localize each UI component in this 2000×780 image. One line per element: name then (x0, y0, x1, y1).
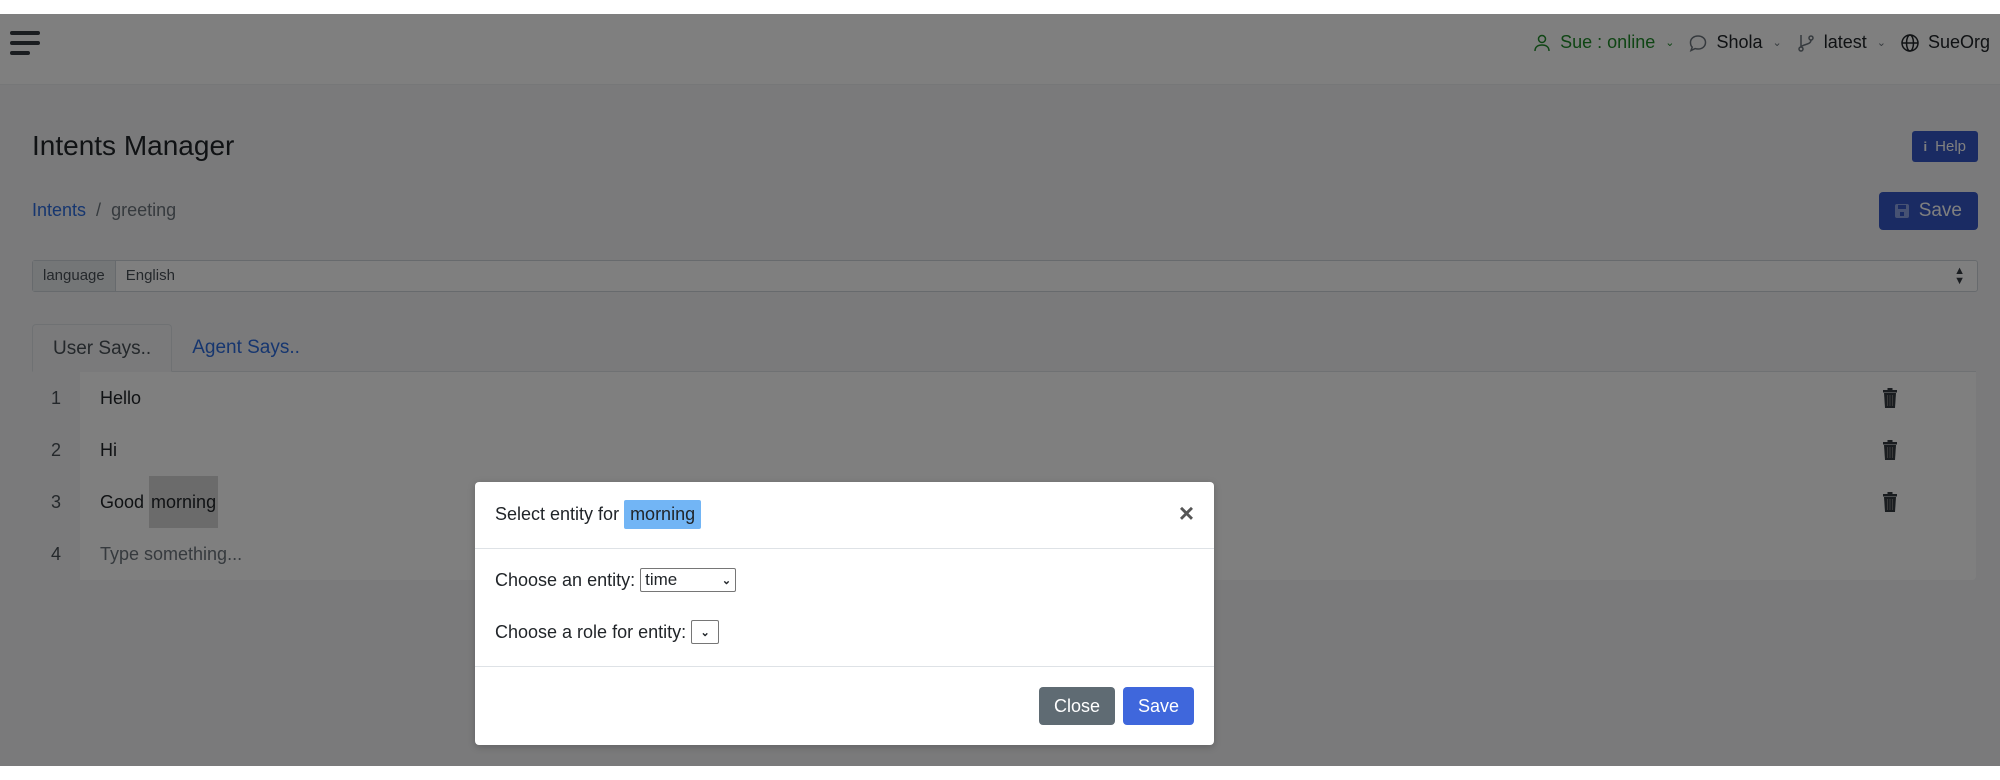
select-entity-modal: Select entity for morning × Choose an en… (475, 482, 1214, 745)
role-field: Choose a role for entity: ⌄ (495, 620, 720, 644)
close-icon[interactable]: × (1179, 500, 1194, 526)
entity-field: Choose an entity: time ⌄ (495, 568, 737, 592)
modal-title: Select entity for morning (495, 500, 702, 529)
selected-word: morning (624, 500, 702, 529)
entity-select[interactable]: time ⌄ (640, 568, 737, 592)
entity-label: Choose an entity: (495, 569, 636, 590)
role-label: Choose a role for entity: (495, 621, 687, 642)
intents-manager-app: Sue : online ⌄ Shola ⌄ latest ⌄ SueOrg I… (0, 14, 2000, 766)
modal-title-prefix: Select entity for (495, 504, 620, 524)
close-button[interactable]: Close (1039, 687, 1115, 725)
modal-header: Select entity for morning × (475, 482, 1214, 549)
modal-body: Choose an entity: time ⌄ Choose a role f… (475, 549, 1214, 667)
chevron-down-icon: ⌄ (700, 626, 710, 639)
chevron-down-icon: ⌄ (721, 574, 732, 587)
modal-footer: Close Save (475, 667, 1214, 745)
entity-selected-value: time (645, 570, 678, 589)
save-button[interactable]: Save (1123, 687, 1194, 725)
role-select[interactable]: ⌄ (691, 620, 720, 644)
